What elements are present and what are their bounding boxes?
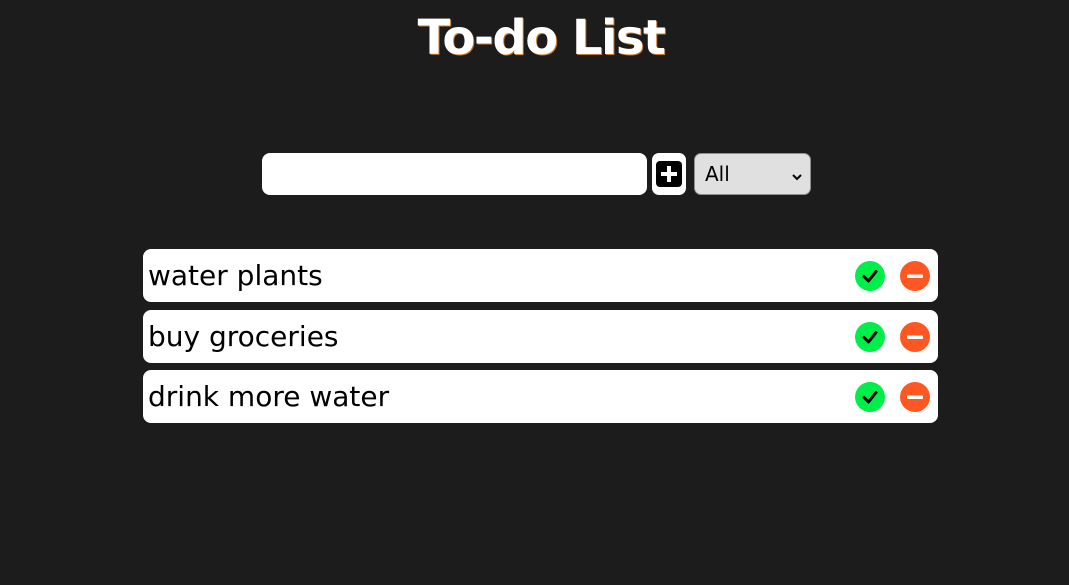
todo-text: buy groceries [148, 320, 339, 353]
delete-button[interactable] [900, 321, 930, 352]
complete-button[interactable] [855, 260, 885, 291]
delete-button[interactable] [900, 260, 930, 291]
complete-button[interactable] [855, 321, 885, 352]
todo-item: water plants [143, 249, 938, 302]
minus-circle-icon [907, 335, 923, 339]
minus-circle-icon [907, 395, 923, 399]
check-circle-icon [862, 390, 878, 403]
page-title: To-do List [417, 10, 666, 66]
chevron-down-icon [792, 162, 802, 186]
plus-square-icon [656, 161, 682, 187]
complete-button[interactable] [855, 381, 885, 412]
check-circle-icon [862, 330, 878, 343]
add-todo-button[interactable] [652, 153, 686, 195]
check-circle-icon [862, 269, 878, 282]
todo-text: drink more water [148, 380, 390, 413]
minus-circle-icon [907, 274, 923, 278]
todo-item: buy groceries [143, 310, 938, 363]
filter-select[interactable]: All [694, 153, 811, 195]
delete-button[interactable] [900, 381, 930, 412]
todo-item: drink more water [143, 370, 938, 423]
todo-input[interactable] [262, 153, 647, 195]
filter-selected-value: All [705, 162, 730, 186]
todo-text: water plants [148, 259, 323, 292]
